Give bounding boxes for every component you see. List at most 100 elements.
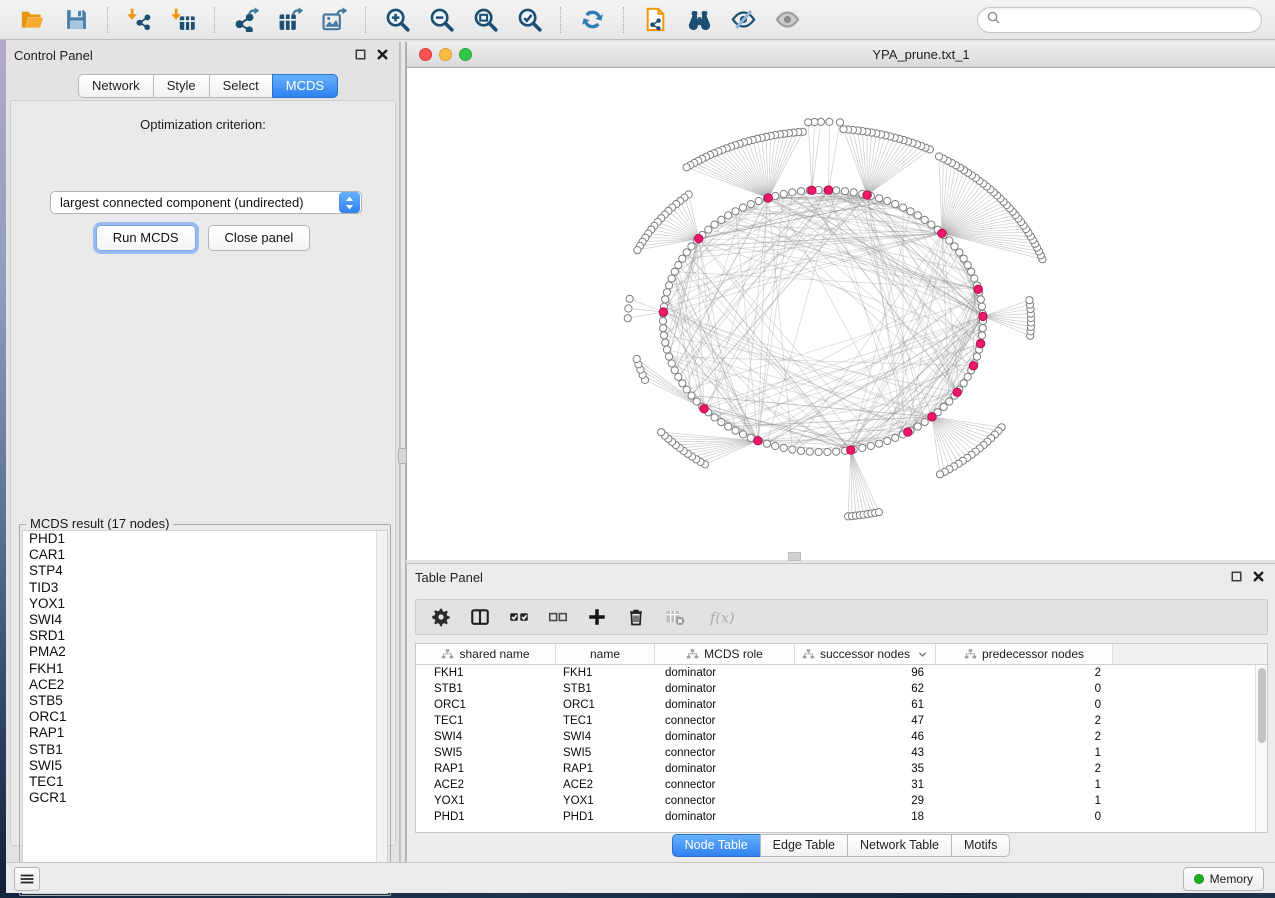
mcds-node[interactable]: [808, 186, 816, 194]
network-node[interactable]: [921, 419, 928, 426]
table-cell[interactable]: dominator: [655, 697, 795, 713]
network-node[interactable]: [660, 325, 667, 332]
mcds-node[interactable]: [953, 388, 961, 396]
network-node[interactable]: [789, 446, 796, 453]
table-cell[interactable]: SWI4: [416, 729, 556, 745]
table-cell[interactable]: dominator: [655, 761, 795, 777]
mcds-result-item[interactable]: RAP1: [23, 725, 387, 741]
close-panel-icon[interactable]: [375, 47, 391, 63]
table-row[interactable]: YOX1YOX1connector291: [416, 793, 1267, 809]
network-node[interactable]: [876, 195, 883, 202]
network-node[interactable]: [850, 189, 857, 196]
network-node[interactable]: [675, 262, 682, 269]
network-node[interactable]: [968, 268, 975, 275]
network-node[interactable]: [971, 275, 978, 282]
network-node[interactable]: [805, 119, 812, 126]
table-cell[interactable]: dominator: [655, 681, 795, 697]
mcds-result-item[interactable]: FKH1: [23, 661, 387, 677]
mcds-node[interactable]: [938, 229, 946, 237]
table-cell[interactable]: 1: [936, 793, 1113, 809]
table-cell[interactable]: ORC1: [556, 697, 655, 713]
network-node[interactable]: [658, 429, 665, 436]
table-cell[interactable]: PHD1: [416, 809, 556, 825]
table-cell[interactable]: PHD1: [556, 809, 655, 825]
table-cell[interactable]: YOX1: [416, 793, 556, 809]
close-panel-button[interactable]: Close panel: [208, 225, 311, 251]
network-node[interactable]: [826, 118, 833, 125]
mcds-result-item[interactable]: TID3: [23, 580, 387, 596]
optimization-criterion-dropdown[interactable]: largest connected component (undirected): [50, 191, 362, 214]
import-table-icon[interactable]: [170, 7, 196, 33]
table-cell[interactable]: ACE2: [416, 777, 556, 793]
network-node[interactable]: [633, 355, 640, 362]
network-node[interactable]: [960, 255, 967, 262]
table-cell[interactable]: 18: [795, 809, 936, 825]
network-node[interactable]: [1026, 297, 1033, 304]
network-node[interactable]: [928, 221, 935, 228]
table-scrollbar[interactable]: [1255, 665, 1267, 833]
network-node[interactable]: [956, 249, 963, 256]
table-cell[interactable]: SWI4: [556, 729, 655, 745]
network-node[interactable]: [725, 212, 732, 219]
network-node[interactable]: [867, 442, 874, 449]
network-node[interactable]: [797, 447, 804, 454]
delete-column-icon[interactable]: [625, 606, 647, 628]
network-node[interactable]: [815, 448, 822, 455]
network-node[interactable]: [634, 247, 641, 254]
network-node[interactable]: [711, 414, 718, 421]
network-node[interactable]: [841, 188, 848, 195]
table-cell[interactable]: connector: [655, 713, 795, 729]
network-node[interactable]: [625, 305, 632, 312]
network-node[interactable]: [732, 208, 739, 215]
mcds-result-item[interactable]: ACE2: [23, 677, 387, 693]
mcds-node[interactable]: [754, 437, 762, 445]
table-cell[interactable]: 61: [795, 697, 936, 713]
mcds-node[interactable]: [659, 308, 667, 316]
network-node[interactable]: [626, 295, 633, 302]
table-cell[interactable]: STB1: [556, 681, 655, 697]
split-column-icon[interactable]: [469, 606, 491, 628]
network-node[interactable]: [884, 197, 891, 204]
mcds-result-item[interactable]: STB1: [23, 742, 387, 758]
network-node[interactable]: [688, 392, 695, 399]
network-node[interactable]: [663, 289, 670, 296]
network-node[interactable]: [960, 380, 967, 387]
table-row[interactable]: PHD1PHD1dominator180: [416, 809, 1267, 825]
mcds-node[interactable]: [695, 234, 703, 242]
table-cell[interactable]: 2: [936, 729, 1113, 745]
mcds-result-item[interactable]: YOX1: [23, 596, 387, 612]
table-cell[interactable]: 0: [936, 809, 1113, 825]
network-node[interactable]: [892, 201, 899, 208]
network-node[interactable]: [763, 440, 770, 447]
network-node[interactable]: [718, 216, 725, 223]
network-node[interactable]: [973, 353, 980, 360]
mcds-node[interactable]: [700, 405, 708, 413]
add-column-icon[interactable]: [586, 606, 608, 628]
tab-motifs[interactable]: Motifs: [951, 834, 1010, 857]
zoom-in-icon[interactable]: [384, 7, 410, 33]
memory-button[interactable]: Memory: [1183, 867, 1264, 891]
table-cell[interactable]: YOX1: [556, 793, 655, 809]
network-node[interactable]: [739, 431, 746, 438]
mcds-result-item[interactable]: STB5: [23, 693, 387, 709]
table-cell[interactable]: TEC1: [556, 713, 655, 729]
network-node[interactable]: [978, 303, 985, 310]
table-cell[interactable]: 47: [795, 713, 936, 729]
deselect-all-icon[interactable]: [547, 606, 569, 628]
column-header-successor-nodes[interactable]: successor nodes: [795, 644, 936, 664]
table-row[interactable]: ACE2ACE2connector311: [416, 777, 1267, 793]
table-cell[interactable]: 96: [795, 665, 936, 681]
table-settings-icon[interactable]: [430, 606, 452, 628]
network-node[interactable]: [671, 367, 678, 374]
table-cell[interactable]: ORC1: [416, 697, 556, 713]
network-node[interactable]: [951, 243, 958, 250]
table-cell[interactable]: 1: [936, 745, 1113, 761]
network-node[interactable]: [797, 188, 804, 195]
network-node[interactable]: [671, 268, 678, 275]
table-cell[interactable]: 62: [795, 681, 936, 697]
close-panel-icon[interactable]: [1251, 569, 1267, 585]
table-cell[interactable]: TEC1: [416, 713, 556, 729]
table-row[interactable]: TEC1TEC1connector472: [416, 713, 1267, 729]
search-field[interactable]: [977, 7, 1262, 33]
network-node[interactable]: [679, 380, 686, 387]
